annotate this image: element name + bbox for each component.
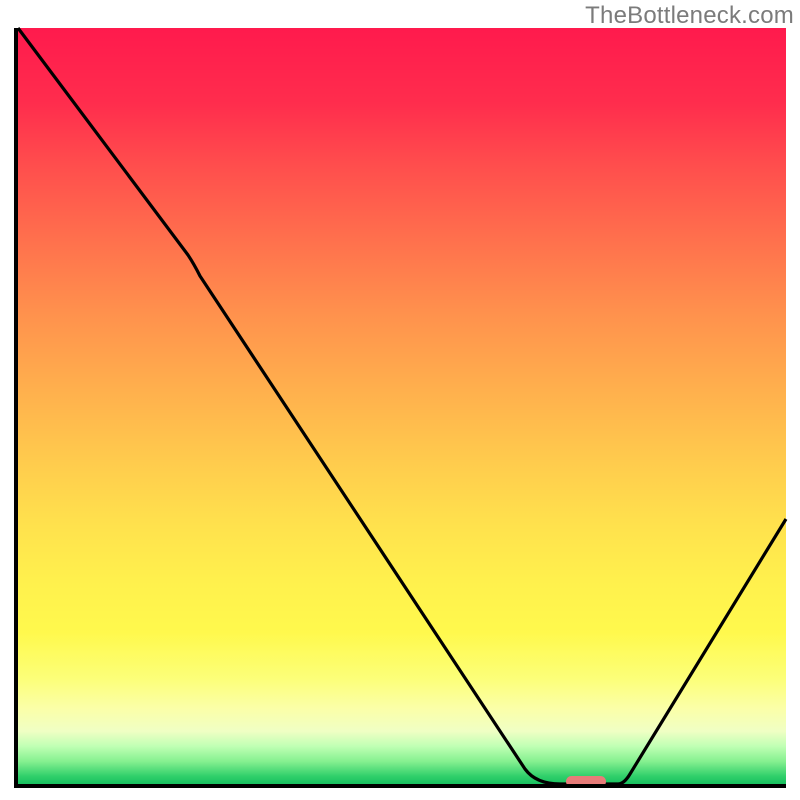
curve-layer <box>18 28 786 784</box>
x-axis-line <box>14 784 786 788</box>
y-axis-line <box>14 28 18 788</box>
bottleneck-chart: TheBottleneck.com <box>0 0 800 800</box>
bottleneck-curve-path <box>18 28 786 784</box>
watermark-text: TheBottleneck.com <box>585 2 794 30</box>
